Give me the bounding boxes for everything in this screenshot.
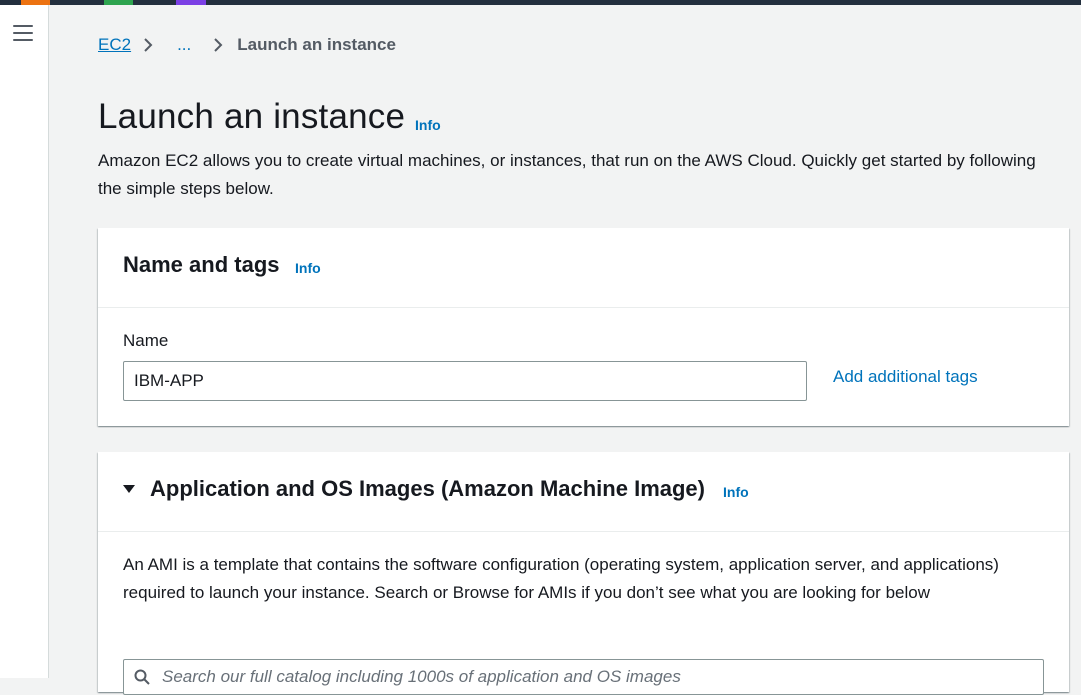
breadcrumb: EC2 ... Launch an instance	[98, 34, 396, 56]
name-field-label: Name	[123, 331, 169, 350]
side-navigation	[0, 5, 49, 678]
add-additional-tags-link[interactable]: Add additional tags	[833, 367, 978, 387]
page-title: Launch an instance	[98, 97, 406, 136]
panel-title: Name and tags	[123, 252, 280, 277]
chevron-right-icon	[139, 36, 157, 54]
top-navigation-bar	[0, 0, 1081, 5]
name-input[interactable]	[123, 361, 807, 401]
hamburger-menu-icon[interactable]	[13, 25, 33, 41]
name-and-tags-panel: Name and tags Info Name Add additional t…	[98, 228, 1069, 426]
breadcrumb-current: Launch an instance	[237, 35, 396, 54]
name-tags-info-link[interactable]: Info	[295, 260, 321, 276]
panel-header: Name and tags Info	[98, 228, 1069, 308]
nav-tab-indicator[interactable]	[176, 0, 206, 5]
ami-search-box[interactable]	[123, 659, 1044, 695]
ami-description: An AMI is a template that contains the s…	[123, 555, 999, 602]
nav-tab-indicator[interactable]	[104, 0, 133, 5]
panel-title[interactable]: Application and OS Images (Amazon Machin…	[150, 476, 705, 502]
breadcrumb-ellipsis-link[interactable]: ...	[177, 35, 191, 55]
page-info-link[interactable]: Info	[415, 117, 441, 133]
search-icon	[134, 669, 150, 685]
caret-down-icon[interactable]	[122, 482, 136, 496]
panel-header[interactable]: Application and OS Images (Amazon Machin…	[98, 452, 1069, 532]
page-description: Amazon EC2 allows you to create virtual …	[98, 151, 1036, 198]
ami-search-input[interactable]	[162, 660, 1032, 694]
breadcrumb-ec2-link[interactable]: EC2	[98, 35, 131, 55]
chevron-right-icon	[209, 36, 227, 54]
ami-info-link[interactable]: Info	[723, 484, 749, 500]
ami-panel: Application and OS Images (Amazon Machin…	[98, 452, 1069, 695]
